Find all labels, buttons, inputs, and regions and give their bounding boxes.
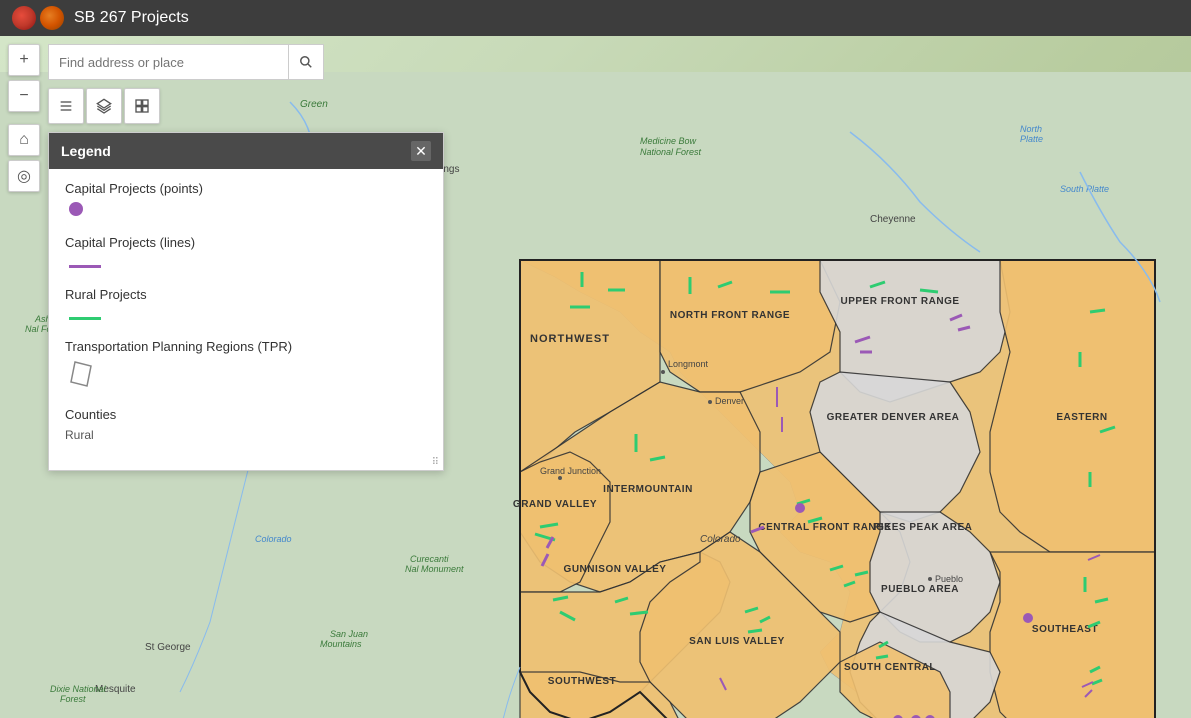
- legend-tpr-label: Transportation Planning Regions (TPR): [65, 339, 427, 354]
- layer-controls: [48, 88, 160, 124]
- home-button[interactable]: ⌂: [8, 124, 40, 156]
- legend-header: Legend ✕: [49, 133, 443, 169]
- app-header: SB 267 Projects: [0, 0, 1191, 36]
- zoom-toolbar: + − ⌂ ◎: [8, 44, 40, 192]
- zoom-in-button[interactable]: +: [8, 44, 40, 76]
- logo-icon-1: [12, 6, 36, 30]
- legend-tpr-symbol: [69, 360, 427, 391]
- legend-section-capital-points: Capital Projects (points): [65, 181, 427, 219]
- legend-rural-projects-label: Rural Projects: [65, 287, 427, 302]
- legend-close-button[interactable]: ✕: [411, 141, 431, 161]
- legend-panel: Legend ✕ Capital Projects (points) Capit…: [48, 132, 444, 471]
- legend-capital-points-label: Capital Projects (points): [65, 181, 427, 196]
- map-container[interactable]: Logan Rock Springs Cheyenne St George Me…: [0, 36, 1191, 718]
- legend-rural-projects-symbol: [69, 308, 427, 323]
- logo-icon-2: [40, 6, 64, 30]
- legend-section-counties: Counties Rural: [65, 407, 427, 442]
- list-view-button[interactable]: [48, 88, 84, 124]
- app-title: SB 267 Projects: [74, 9, 189, 27]
- legend-section-capital-lines: Capital Projects (lines): [65, 235, 427, 271]
- legend-resize-handle[interactable]: ⠿: [432, 457, 439, 468]
- layers-button[interactable]: [86, 88, 122, 124]
- search-button[interactable]: [288, 44, 324, 80]
- legend-counties-label: Counties: [65, 407, 427, 422]
- search-bar: [48, 44, 324, 80]
- search-input[interactable]: [48, 44, 288, 80]
- legend-capital-lines-label: Capital Projects (lines): [65, 235, 427, 250]
- legend-section-tpr: Transportation Planning Regions (TPR): [65, 339, 427, 391]
- logo-group: [12, 6, 64, 30]
- legend-title: Legend: [61, 143, 111, 159]
- grid-view-button[interactable]: [124, 88, 160, 124]
- locate-button[interactable]: ◎: [8, 160, 40, 192]
- legend-capital-points-symbol: [69, 202, 427, 219]
- zoom-out-button[interactable]: −: [8, 80, 40, 112]
- legend-section-rural-projects: Rural Projects: [65, 287, 427, 323]
- legend-counties-sublabel: Rural: [65, 428, 427, 442]
- legend-capital-lines-symbol: [69, 256, 427, 271]
- legend-body: Capital Projects (points) Capital Projec…: [49, 169, 443, 470]
